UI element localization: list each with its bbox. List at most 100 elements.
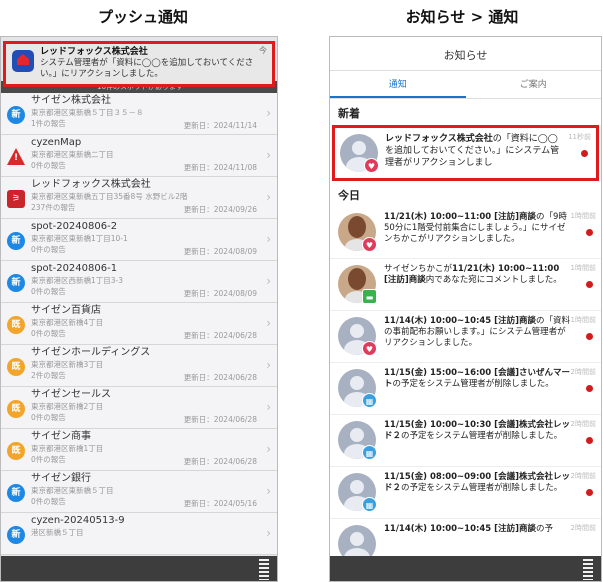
notification-text: 11/15(金) 08:00~09:00 [会議]株式会社レッド２の予定をシステ… [384,472,570,493]
spot-name: cyzen-20240513-9 [31,515,125,526]
spot-address: 東京都港区東新橋1丁目10-1 [31,234,128,243]
notification-time: 1時間前 [570,212,596,220]
notification-item[interactable]: ▦ 11/15(金) 15:00~16:00 [会議]さいぜんマートの予定をシス… [330,363,601,415]
unread-dot [586,437,593,444]
spot-address: 東京都港区東新橋５丁目３５－８ [31,108,144,117]
unread-dot [586,333,593,340]
left-phone-screen: レッドフォックス株式会社 システム管理者が「資料に◯◯を追加しておいてください。… [0,36,278,582]
bottom-toolbar [330,556,601,581]
chevron-right-icon: › [266,526,271,540]
highlighted-notification[interactable]: ♥ レッドフォックス株式会社の「資料に◯◯を追加しておいてください。」にシステム… [332,125,599,181]
unread-dot [581,150,588,157]
list-item[interactable]: 既サイゼンセールス 東京都港区新橋2丁目 0件の報告 更新日：2024/06/28 › [1,387,277,429]
list-item[interactable]: 既サイゼンホールディングス 東京都港区新橋3丁目 2件の報告 更新日：2024/06/… [1,345,277,387]
spot-name: サイゼン株式会社 [31,95,111,106]
spot-name: サイゼンセールス [31,389,111,400]
notification-text: 11/14(木) 10:00~10:45 [注訪]商談の「資料の事前配布お願いし… [384,316,570,348]
chevron-right-icon: › [266,400,271,414]
list-item[interactable]: 新サイゼン株式会社 東京都港区東新橋５丁目３５－８ 1件の報告 更新日：2024/11… [1,93,277,135]
new-badge-icon: 新 [7,274,25,292]
notification-body: システム管理者が「資料に◯◯を追加しておいてください。」にリアクションしました。 [40,58,254,79]
push-notification-banner[interactable]: レッドフォックス株式会社 システム管理者が「資料に◯◯を追加しておいてください。… [3,41,275,87]
spot-name: spot-20240806-1 [31,263,118,274]
updated-date: 更新日：2024/06/28 [183,331,257,340]
updated-date: 更新日：2024/08/09 [183,247,257,256]
updated-date: 更新日：2024/11/08 [183,163,257,172]
app-icon [12,50,34,72]
tab-notifications[interactable]: 通知 [330,71,466,98]
notification-time: 1時間前 [570,264,596,272]
chevron-right-icon: › [266,232,271,246]
updated-date: 更新日：2024/08/09 [183,289,257,298]
notification-item[interactable]: ▦ 11/15(金) 08:00~09:00 [会議]株式会社レッド２の予定をシ… [330,467,601,519]
new-badge-icon: 新 [7,106,25,124]
notification-time: 2時間前 [570,472,596,480]
unread-dot [586,489,593,496]
list-item[interactable]: 既サイゼン百貨店 東京都港区新橋4丁目 0件の報告 更新日：2024/06/28 › [1,303,277,345]
notification-item[interactable]: ♥ 11/14(木) 10:00~10:45 [注訪]商談の「資料の事前配布お願… [330,311,601,363]
warning-icon: ! [7,148,25,166]
spot-address: 東京都港区西新橋1丁目3-3 [31,276,124,285]
notification-item[interactable]: ▬ サイゼンちかこが11/21(木) 10:00~11:00 [注訪]商談内であ… [330,259,601,311]
chevron-right-icon: › [266,148,271,162]
notification-time: 2時間前 [570,420,596,428]
heart-icon: ♥ [364,158,379,173]
spot-list: 新サイゼン株式会社 東京都港区東新橋５丁目３５－８ 1件の報告 更新日：2024/11… [1,93,277,555]
spot-address: 東京都港区東新橋５丁目 [31,486,114,495]
heart-icon: ♥ [362,341,377,356]
existing-badge-icon: 既 [7,316,25,334]
updated-date: 更新日：2024/06/28 [183,457,257,466]
notice-header: お知らせ [330,37,601,71]
notification-item[interactable]: ▦ 11/15(金) 10:00~10:30 [会議]株式会社レッド２の予定をシ… [330,415,601,467]
spot-address: 東京都港区新橋1丁目 [31,444,104,453]
notification-item[interactable]: ♥ 11/21(木) 10:00~11:00 [注訪]商談の「9時50分に1階受… [330,207,601,259]
list-item[interactable]: ! cyzenMap 東京都港区東新橋二丁目 0件の報告 更新日：2024/11/08 › [1,135,277,177]
unread-dot [586,281,593,288]
heart-icon: ♥ [362,237,377,252]
list-item[interactable]: 新 spot-20240806-2 東京都港区東新橋1丁目10-1 0件の報告 更新日：… [1,219,277,261]
building-icon: ⚞ [7,190,25,208]
notification-time: 11秒前 [568,133,591,141]
calendar-icon: ▦ [362,445,377,460]
spot-address: 東京都港区新橋2丁目 [31,402,104,411]
chevron-right-icon: › [266,106,271,120]
notification-app-name: レッドフォックス株式会社 [40,47,148,57]
menu-grip-icon[interactable] [583,559,593,580]
notification-time: 2時間前 [570,524,596,532]
chevron-right-icon: › [266,358,271,372]
right-phone-screen: お知らせ 通知 ご案内 新着 ♥ レッドフォックス株式会社の「資料に◯◯を追加し… [329,36,602,582]
tab-guide[interactable]: ご案内 [466,71,602,98]
list-item[interactable]: 新 spot-20240806-1 東京都港区西新橋1丁目3-3 0件の報告 更新日：2… [1,261,277,303]
updated-date: 更新日：2024/06/28 [183,373,257,382]
bottom-toolbar [1,556,277,581]
unread-dot [586,385,593,392]
new-badge-icon: 新 [7,232,25,250]
spot-address: 港区新橋５丁目 [31,528,84,537]
updated-date: 更新日：2024/09/26 [183,205,257,214]
list-item[interactable]: 新サイゼン銀行 東京都港区東新橋５丁目 0件の報告 更新日：2024/05/16 › [1,471,277,513]
notification-time: 1時間前 [570,316,596,324]
spot-address: 東京都港区新橋4丁目 [31,318,104,327]
notification-text: 11/15(金) 15:00~16:00 [会議]さいぜんマートの予定をシステム… [384,368,570,389]
spot-name: spot-20240806-2 [31,221,118,232]
calendar-icon: ▦ [362,497,377,512]
push-notification-title: プッシュ通知 [97,8,188,26]
list-item[interactable]: ⚞ レッドフォックス株式会社 東京都港区東新橋五丁目35番8号 水野ビル2階 237件… [1,177,277,219]
menu-grip-icon[interactable] [259,559,269,580]
list-item[interactable]: 既サイゼン商事 東京都港区新橋1丁目 0件の報告 更新日：2024/06/28 › [1,429,277,471]
spot-address: 東京都港区東新橋五丁目35番8号 水野ビル2階 [31,192,188,201]
existing-badge-icon: 既 [7,358,25,376]
list-item[interactable]: 新 cyzen-20240513-9 港区新橋５丁目 › [1,513,277,555]
chevron-right-icon: › [266,190,271,204]
new-section-label: 新着 [338,107,360,120]
spot-name: レッドフォックス株式会社 [31,179,151,190]
updated-date: 更新日：2024/11/14 [183,121,257,130]
comment-icon: ▬ [362,289,377,304]
notification-text: 11/15(金) 10:00~10:30 [会議]株式会社レッド２の予定をシステ… [384,420,570,441]
notice-tabs: 通知 ご案内 [330,71,601,99]
spot-name: サイゼンホールディングス [31,347,151,358]
existing-badge-icon: 既 [7,400,25,418]
unread-dot [586,229,593,236]
notification-text: 11/21(木) 10:00~11:00 [注訪]商談の「9時50分に1階受付前… [384,212,567,244]
notice-notification-title: お知らせ > 通知 [405,8,519,26]
